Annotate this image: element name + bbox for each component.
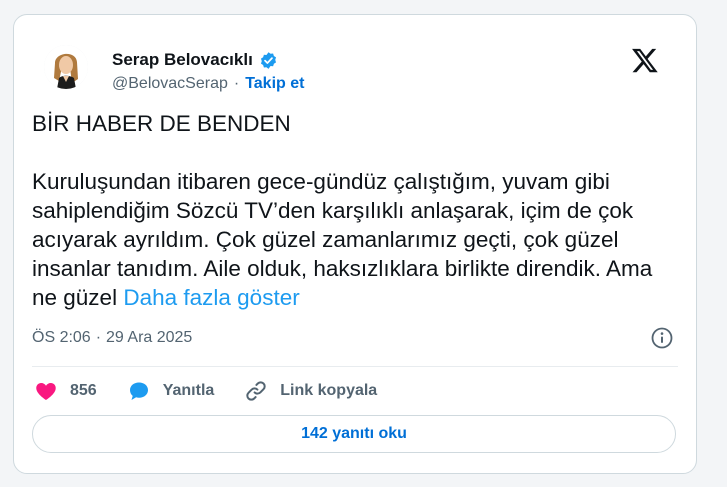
tweet-text: BİR HABER DE BENDEN Kuruluşundan itibare… xyxy=(32,109,682,312)
heart-icon xyxy=(34,379,58,403)
follow-button[interactable]: Takip et xyxy=(245,75,304,93)
copy-link-button[interactable]: Link kopyala xyxy=(244,379,377,403)
tweet-body: Kuruluşundan itibaren gece-gündüz çalışt… xyxy=(32,167,682,312)
tweet-time: ÖS 2:06 xyxy=(32,329,91,346)
divider xyxy=(32,366,678,367)
link-icon xyxy=(244,379,268,403)
verified-badge-icon xyxy=(259,51,278,70)
like-count: 856 xyxy=(70,382,97,399)
x-logo-icon[interactable] xyxy=(631,46,659,74)
reply-button[interactable]: Yanıtla xyxy=(127,379,215,403)
avatar-image xyxy=(44,45,88,89)
author-info: Serap Belovacıklı @BelovacSerap · Takip … xyxy=(112,50,304,93)
tweet-actions: 856 Yanıtla Link kopyala xyxy=(34,377,407,405)
tweet-header: Serap Belovacıklı @BelovacSerap · Takip … xyxy=(32,29,678,93)
tweet-headline: BİR HABER DE BENDEN xyxy=(32,111,291,136)
handle-separator: · xyxy=(233,75,240,92)
author-handle[interactable]: @BelovacSerap xyxy=(112,75,228,93)
tweet-embed-card: Serap Belovacıklı @BelovacSerap · Takip … xyxy=(13,14,697,474)
copy-link-label: Link kopyala xyxy=(280,382,378,399)
reply-label: Yanıtla xyxy=(162,382,215,399)
read-replies-button[interactable]: 142 yanıtı oku xyxy=(32,415,676,453)
tweet-timestamp[interactable]: ÖS 2:06 · 29 Ara 2025 xyxy=(32,329,192,347)
show-more-link[interactable]: Daha fazla göster xyxy=(123,285,299,310)
meta-separator: · xyxy=(95,329,102,346)
info-icon[interactable] xyxy=(650,326,674,350)
tweet-date: 29 Ara 2025 xyxy=(106,329,193,346)
speech-bubble-icon xyxy=(127,379,151,403)
avatar[interactable] xyxy=(44,45,88,89)
like-button[interactable]: 856 xyxy=(34,379,97,403)
author-name[interactable]: Serap Belovacıklı xyxy=(112,50,253,70)
